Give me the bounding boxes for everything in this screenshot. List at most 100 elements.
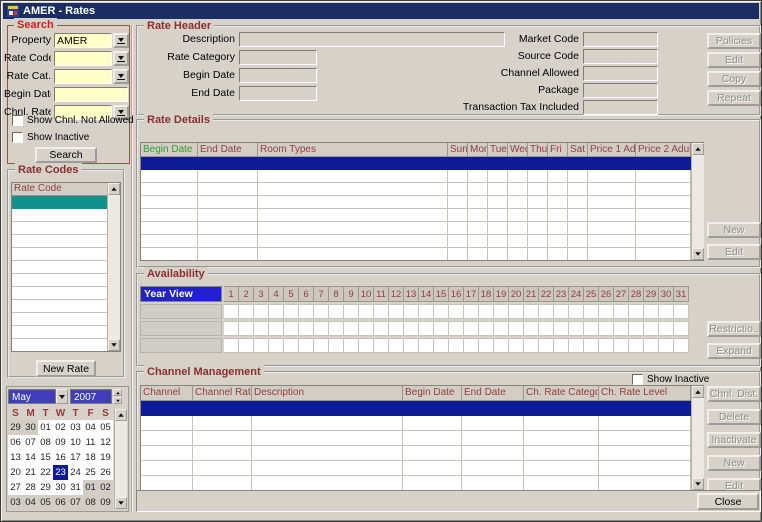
calendar-day[interactable]: 02	[98, 480, 113, 495]
calendar-day[interactable]: 03	[8, 495, 23, 510]
rate-header-copy-button[interactable]: Copy	[707, 71, 761, 87]
availability-cell[interactable]	[449, 321, 464, 336]
availability-cell[interactable]	[599, 304, 614, 319]
table-row[interactable]	[12, 222, 120, 235]
calendar-day[interactable]: 22	[38, 465, 53, 480]
calendar-day[interactable]: 08	[83, 495, 98, 510]
source-code-input[interactable]	[583, 49, 658, 64]
availability-cell[interactable]	[314, 304, 329, 319]
availability-cell[interactable]	[509, 321, 524, 336]
calendar-day[interactable]: 02	[53, 420, 68, 435]
calendar-day[interactable]: 11	[83, 435, 98, 450]
table-row[interactable]	[141, 157, 703, 170]
availability-expand-button[interactable]: Expand	[707, 343, 761, 359]
availability-cell[interactable]	[329, 338, 344, 353]
calendar-day[interactable]: 29	[38, 480, 53, 495]
availability-cell[interactable]	[479, 321, 494, 336]
table-row[interactable]	[12, 248, 120, 261]
availability-cell[interactable]	[599, 338, 614, 353]
table-row[interactable]	[12, 287, 120, 300]
availability-cell[interactable]	[614, 304, 629, 319]
begin-date-input[interactable]	[239, 68, 317, 83]
availability-cell[interactable]	[404, 321, 419, 336]
availability-cell[interactable]	[479, 304, 494, 319]
calendar-day[interactable]: 10	[68, 435, 83, 450]
scroll-up-icon[interactable]	[692, 143, 704, 155]
availability-cell[interactable]	[674, 321, 689, 336]
calendar-day[interactable]: 20	[8, 465, 23, 480]
availability-cell[interactable]	[344, 338, 359, 353]
availability-cell[interactable]	[629, 304, 644, 319]
calendar-day[interactable]: 06	[53, 495, 68, 510]
availability-cell[interactable]	[239, 338, 254, 353]
channel-allowed-input[interactable]	[583, 66, 658, 81]
table-row[interactable]	[12, 209, 120, 222]
availability-cell[interactable]	[449, 304, 464, 319]
table-row[interactable]	[12, 261, 120, 274]
availability-cell[interactable]	[359, 338, 374, 353]
channel-chnl-dist-button[interactable]: Chnl. Dist.	[707, 386, 761, 402]
calendar-day[interactable]: 03	[68, 420, 83, 435]
calendar-year-up-icon[interactable]	[113, 389, 122, 396]
calendar-day[interactable]: 30	[23, 420, 38, 435]
scroll-up-icon[interactable]	[692, 386, 704, 398]
calendar-day[interactable]: 15	[38, 450, 53, 465]
availability-cell[interactable]	[629, 321, 644, 336]
availability-cell[interactable]	[389, 338, 404, 353]
availability-cell[interactable]	[374, 321, 389, 336]
calendar-day[interactable]: 12	[98, 435, 113, 450]
availability-cell[interactable]	[554, 338, 569, 353]
channel-delete-button[interactable]: Delete	[707, 409, 761, 425]
availability-cell[interactable]	[224, 338, 239, 353]
calendar-year-field[interactable]: 2007	[70, 389, 112, 404]
calendar-day[interactable]: 18	[83, 450, 98, 465]
rate-codes-scrollbar[interactable]	[107, 183, 120, 351]
calendar-day[interactable]: 19	[98, 450, 113, 465]
availability-cell[interactable]	[539, 321, 554, 336]
availability-cell[interactable]	[629, 338, 644, 353]
calendar-day[interactable]: 07	[23, 435, 38, 450]
availability-cell[interactable]	[584, 304, 599, 319]
availability-cell[interactable]	[509, 304, 524, 319]
calendar-day[interactable]: 13	[8, 450, 23, 465]
close-button[interactable]: Close	[697, 493, 759, 510]
availability-cell[interactable]	[449, 338, 464, 353]
availability-cell[interactable]	[389, 321, 404, 336]
availability-cell[interactable]	[284, 304, 299, 319]
availability-cell[interactable]	[584, 338, 599, 353]
show-inactive-search-checkbox[interactable]	[12, 132, 23, 143]
availability-cell[interactable]	[644, 338, 659, 353]
availability-cell[interactable]	[434, 321, 449, 336]
channel-inactivate-button[interactable]: Inactivate	[707, 432, 761, 448]
calendar-month-select[interactable]: May	[8, 389, 56, 404]
rate-details-edit-button[interactable]: Edit	[707, 244, 761, 260]
calendar-day[interactable]: 14	[23, 450, 38, 465]
scroll-up-icon[interactable]	[108, 183, 120, 195]
rate-details-new-button[interactable]: New	[707, 222, 761, 238]
availability-cell[interactable]	[464, 304, 479, 319]
availability-cell[interactable]	[224, 321, 239, 336]
availability-cell[interactable]	[404, 304, 419, 319]
availability-cell[interactable]	[374, 304, 389, 319]
calendar-day[interactable]: 21	[23, 465, 38, 480]
calendar-day[interactable]: 17	[68, 450, 83, 465]
table-row[interactable]	[12, 274, 120, 287]
show-chnl-not-allowed-checkbox[interactable]	[12, 115, 23, 126]
table-row[interactable]	[12, 196, 120, 209]
availability-cell[interactable]	[494, 338, 509, 353]
availability-cell[interactable]	[344, 321, 359, 336]
availability-cell[interactable]	[224, 304, 239, 319]
rate-category-input[interactable]	[239, 50, 317, 65]
availability-cell[interactable]	[674, 304, 689, 319]
availability-cell[interactable]	[644, 321, 659, 336]
availability-cell[interactable]	[494, 304, 509, 319]
availability-cell[interactable]	[539, 304, 554, 319]
availability-cell[interactable]	[254, 304, 269, 319]
scroll-down-icon[interactable]	[108, 339, 120, 351]
availability-cell[interactable]	[659, 304, 674, 319]
table-row[interactable]	[141, 235, 703, 248]
availability-cell[interactable]	[254, 338, 269, 353]
availability-cell[interactable]	[389, 304, 404, 319]
availability-cell[interactable]	[614, 321, 629, 336]
calendar-day[interactable]: 04	[83, 420, 98, 435]
